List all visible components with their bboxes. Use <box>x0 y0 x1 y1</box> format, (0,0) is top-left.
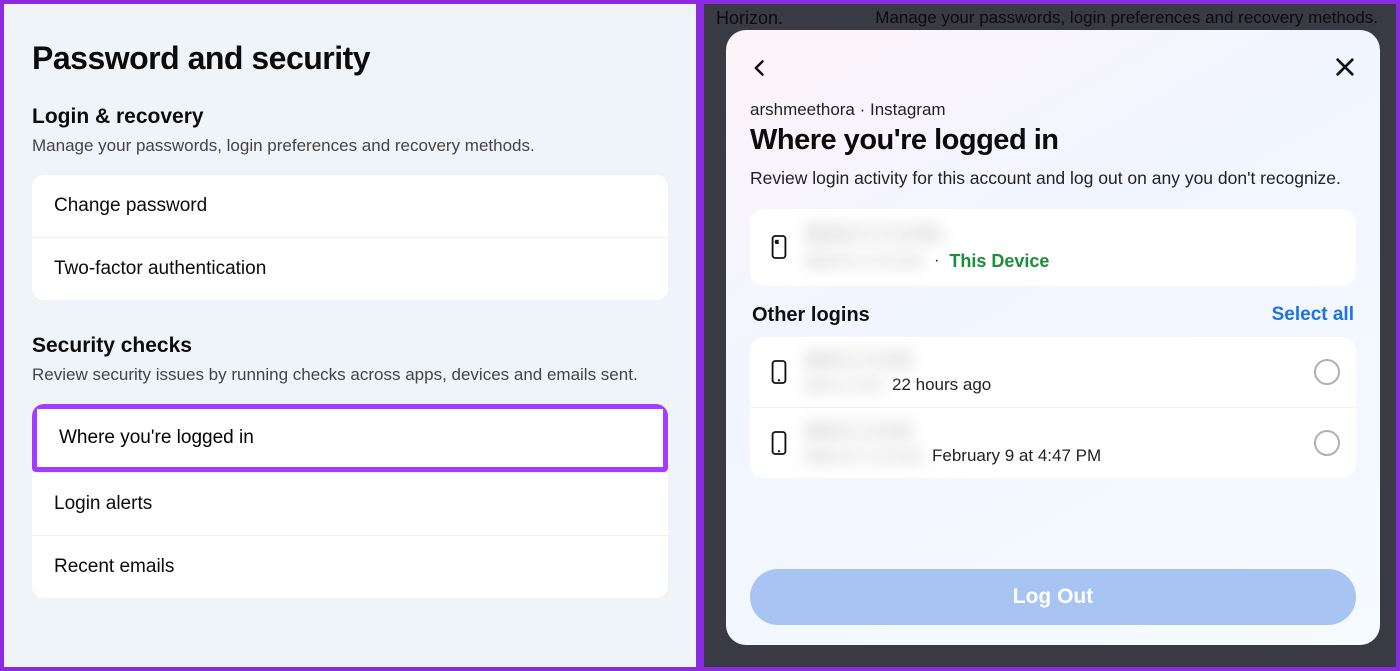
recent-emails-row[interactable]: Recent emails <box>32 535 668 598</box>
redacted-device-name <box>804 223 944 245</box>
bg-hint: Manage your passwords, login preferences… <box>875 8 1378 28</box>
two-factor-row[interactable]: Two-factor authentication <box>32 237 668 300</box>
login-time: February 9 at 4:47 PM <box>932 446 1101 466</box>
this-device-label: This Device <box>949 251 1049 272</box>
where-logged-in-row-highlight: Where you're logged in <box>32 404 668 472</box>
other-logins-heading: Other logins <box>752 304 870 327</box>
page-title: Password and security <box>32 40 668 77</box>
modal-heading: Where you're logged in <box>750 124 1356 157</box>
this-device-card[interactable]: · This Device <box>750 209 1356 286</box>
where-logged-in-row[interactable]: Where you're logged in <box>37 409 663 467</box>
other-logins-list: 22 hours ago February 9 at 4:47 PM <box>750 337 1356 478</box>
redacted-location <box>804 448 924 464</box>
password-security-panel: Password and security Login & recovery M… <box>0 0 700 671</box>
redacted-location <box>804 377 884 393</box>
apple-device-icon <box>766 428 792 458</box>
logout-button[interactable]: Log Out <box>750 569 1356 625</box>
section-heading-login-recovery: Login & recovery <box>32 105 668 129</box>
redacted-device-name <box>804 420 914 442</box>
close-icon[interactable] <box>1334 54 1356 84</box>
login-recovery-card: Change password Two-factor authenticatio… <box>32 175 668 300</box>
account-line: arshmeethora · Instagram <box>750 100 1356 120</box>
section-desc-security-checks: Review security issues by running checks… <box>32 364 668 386</box>
section-desc-login-recovery: Manage your passwords, login preferences… <box>32 135 668 157</box>
login-time: 22 hours ago <box>892 375 991 395</box>
back-icon[interactable] <box>750 56 770 82</box>
login-row[interactable]: February 9 at 4:47 PM <box>750 407 1356 478</box>
security-checks-section: Security checks Review security issues b… <box>32 334 668 598</box>
separator-dot: · <box>934 252 939 270</box>
change-password-row[interactable]: Change password <box>32 175 668 237</box>
apple-device-icon <box>766 232 792 262</box>
modal-desc: Review login activity for this account a… <box>750 167 1356 191</box>
redacted-location <box>804 253 924 269</box>
login-alerts-row[interactable]: Login alerts <box>32 472 668 535</box>
login-activity-modal: arshmeethora · Instagram Where you're lo… <box>726 30 1380 645</box>
login-row[interactable]: 22 hours ago <box>750 337 1356 407</box>
redacted-device-name <box>804 349 914 371</box>
select-all-link[interactable]: Select all <box>1272 304 1354 326</box>
section-heading-security-checks: Security checks <box>32 334 668 358</box>
select-radio[interactable] <box>1314 359 1340 385</box>
select-radio[interactable] <box>1314 430 1340 456</box>
login-recovery-section: Login & recovery Manage your passwords, … <box>32 105 668 300</box>
where-logged-in-panel: Horizon. Manage your passwords, login pr… <box>700 0 1400 671</box>
security-checks-card: Where you're logged in Login alerts Rece… <box>32 404 668 598</box>
apple-device-icon <box>766 357 792 387</box>
bg-word: Horizon. <box>716 8 783 29</box>
